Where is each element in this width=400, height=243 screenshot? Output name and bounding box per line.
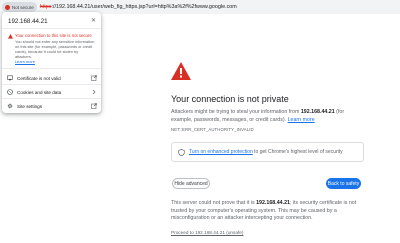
back-to-safety-button[interactable]: Back to safety <box>326 178 361 189</box>
error-code: NET::ERR_CERT_AUTHORITY_INVALID <box>171 127 254 132</box>
proceed-unsafe-link[interactable]: Proceed to 192.168.44.21 (unsafe) <box>171 230 243 235</box>
close-icon[interactable]: ✕ <box>91 17 96 24</box>
url-rest: ://192.168.44.21/user/web_fig_https.jsp?… <box>51 4 237 10</box>
details-host: 192.168.44.21 <box>256 200 290 206</box>
divider <box>2 98 101 99</box>
shield-icon <box>178 148 185 156</box>
gear-icon <box>7 103 13 109</box>
details-paragraph: This server could not prove that it is 1… <box>171 200 367 223</box>
enhanced-protection-link[interactable]: Turn on enhanced protection <box>189 149 253 155</box>
cookies-label: Cookies and site data <box>17 89 62 95</box>
url-scheme: https <box>39 4 52 10</box>
warning-icon <box>8 34 13 39</box>
open-external-icon <box>91 103 97 109</box>
page-title: Your connection is not private <box>171 94 289 104</box>
hide-advanced-button[interactable]: Hide advanced <box>172 178 210 189</box>
cookie-icon <box>7 89 13 95</box>
divider <box>2 68 101 69</box>
site-settings-row[interactable]: Site settings <box>7 101 97 111</box>
intro-before: Attackers might be trying to steal your … <box>171 109 301 115</box>
popup-learn-more-link[interactable]: Learn more <box>15 59 35 64</box>
certificate-icon <box>7 75 13 81</box>
popup-warning: Your connection to this site is not secu… <box>15 33 92 38</box>
warning-triangle-icon <box>171 62 191 80</box>
learn-more-link[interactable]: Learn more <box>288 117 315 123</box>
divider <box>2 28 101 29</box>
open-external-icon <box>91 75 97 81</box>
warning-icon <box>5 4 10 10</box>
site-info-popup: 192.168.44.21 ✕ Your connection to this … <box>2 12 101 113</box>
protection-rest: to get Chrome's highest level of securit… <box>252 149 343 155</box>
not-secure-chip[interactable]: Not secure <box>2 2 37 12</box>
not-secure-label: Not secure <box>12 4 34 10</box>
certificate-row[interactable]: Certificate is not valid <box>7 73 97 83</box>
chevron-right-icon <box>92 89 96 95</box>
certificate-label: Certificate is not valid <box>17 75 61 81</box>
popup-description: You should not enter any sensitive infor… <box>15 39 95 59</box>
details-before: This server could not prove that it is <box>171 200 257 206</box>
cookies-row[interactable]: Cookies and site data <box>7 87 97 97</box>
divider <box>2 84 101 85</box>
enhanced-protection-box: Turn on enhanced protection to get Chrom… <box>171 142 364 162</box>
site-settings-label: Site settings <box>17 103 43 109</box>
popup-title: 192.168.44.21 <box>8 18 48 25</box>
intro-paragraph: Attackers might be trying to steal your … <box>171 109 367 124</box>
intro-host: 192.168.44.21 <box>300 109 335 115</box>
protection-text: Turn on enhanced protection to get Chrom… <box>189 149 343 155</box>
url-text[interactable]: https://192.168.44.21/user/web_fig_https… <box>40 4 237 10</box>
